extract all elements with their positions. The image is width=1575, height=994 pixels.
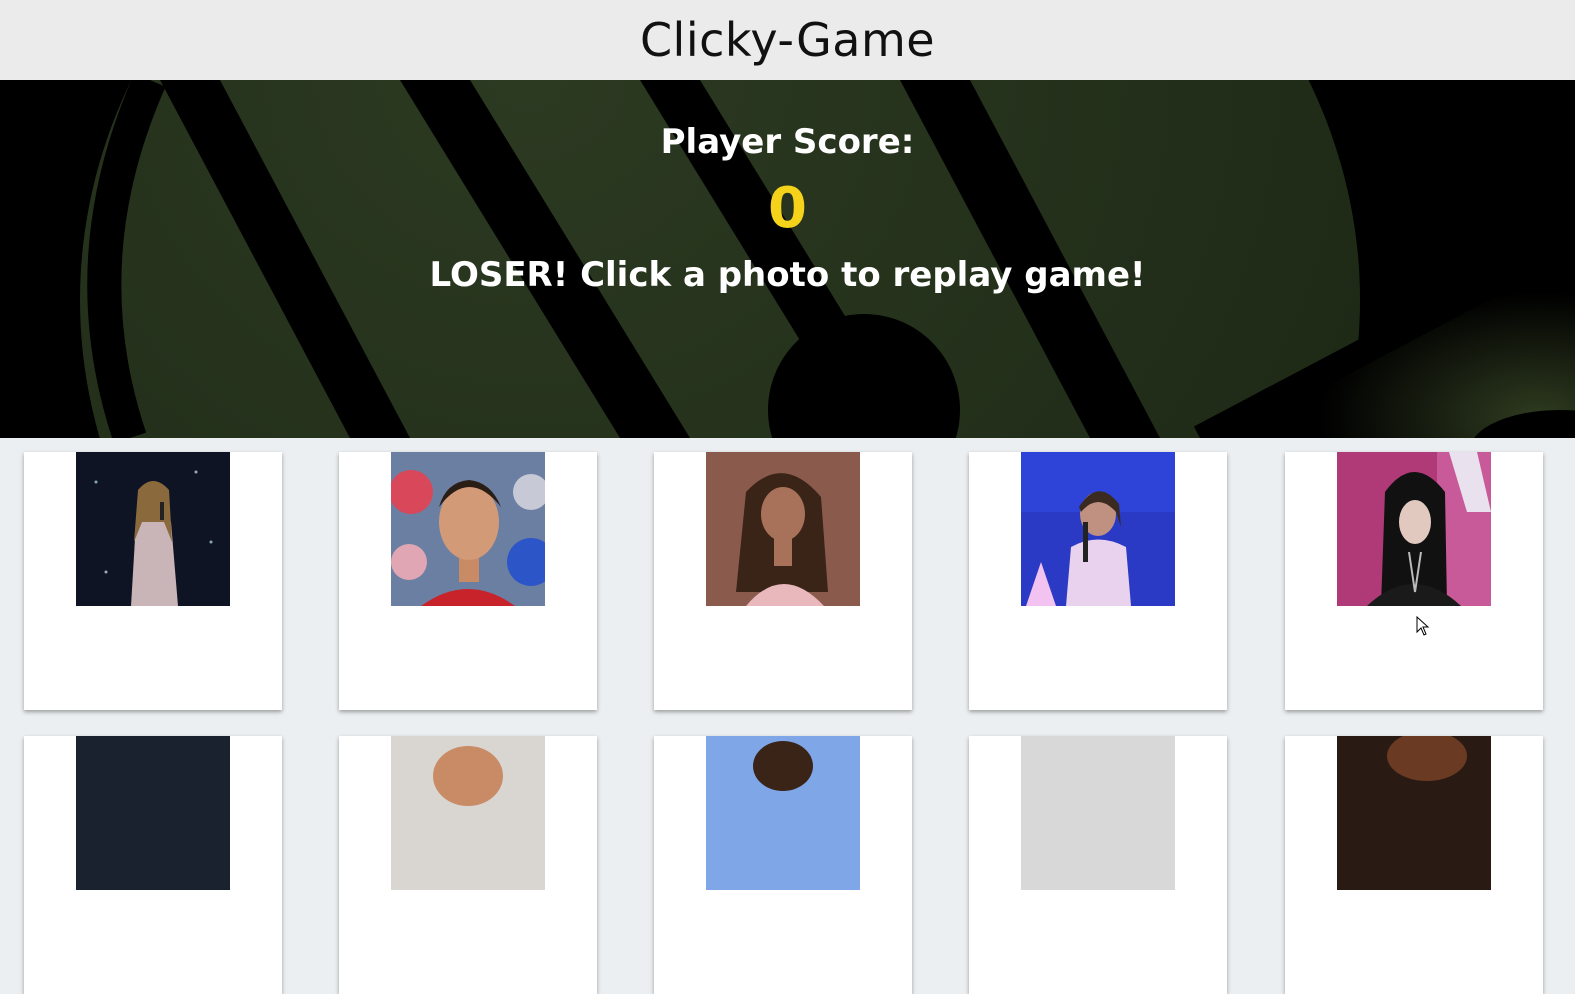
app-title: Clicky-Game [639, 13, 936, 67]
photo-card[interactable] [339, 452, 597, 710]
photo-partial-2-icon[interactable] [391, 736, 545, 890]
photo-card[interactable] [654, 736, 912, 994]
photo-partial-3-icon[interactable] [706, 736, 860, 890]
photo-card[interactable] [654, 452, 912, 710]
photo-partial-1-icon[interactable] [76, 736, 230, 890]
photo-singer-dark-hair-icon[interactable] [1337, 452, 1491, 606]
score-value: 0 [768, 176, 807, 241]
photo-card[interactable] [969, 452, 1227, 710]
score-label: Player Score: [660, 122, 915, 162]
status-message: LOSER! Click a photo to replay game! [429, 255, 1146, 295]
photo-singer-pink-dress-icon[interactable] [706, 452, 860, 606]
photo-soccer-player-icon[interactable] [391, 452, 545, 606]
photo-card[interactable] [969, 736, 1227, 994]
photo-partial-5-icon[interactable] [1337, 736, 1491, 890]
photo-card[interactable] [24, 452, 282, 710]
photo-singer-blue-stage-icon[interactable] [1021, 452, 1175, 606]
photo-partial-4-icon[interactable] [1021, 736, 1175, 890]
photo-card[interactable] [339, 736, 597, 994]
photo-performer-sparkle-gown-icon[interactable] [76, 452, 230, 606]
navbar: Clicky-Game [0, 0, 1575, 80]
photo-card[interactable] [1285, 452, 1543, 710]
photo-card[interactable] [1285, 736, 1543, 994]
mouse-cursor-icon [1416, 615, 1430, 640]
photo-card[interactable] [24, 736, 282, 994]
score-banner: Player Score: 0 LOSER! Click a photo to … [0, 80, 1575, 438]
